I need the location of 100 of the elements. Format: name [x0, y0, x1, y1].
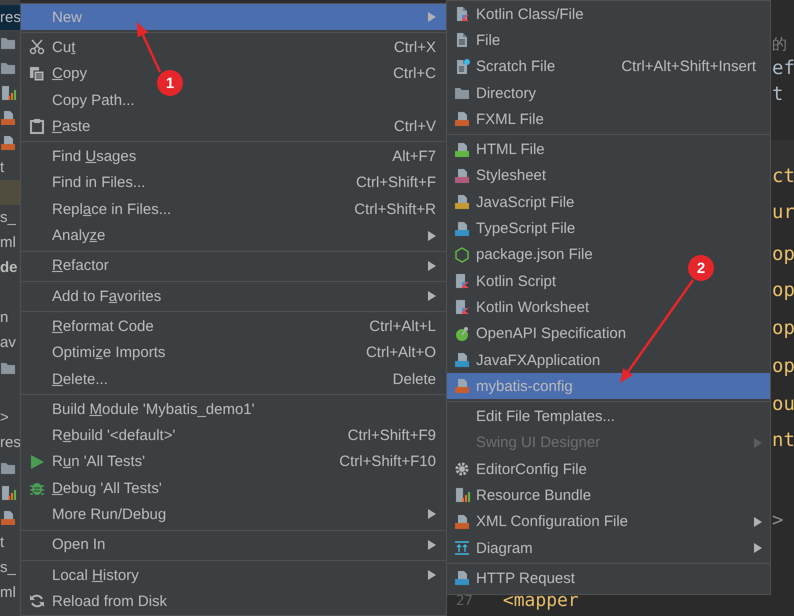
menu-item[interactable]: Run 'All Tests': [52, 453, 146, 470]
tree-item-label[interactable]: t: [0, 534, 4, 552]
html-file-icon: [454, 142, 470, 158]
menu-item[interactable]: XML Configuration File: [476, 513, 628, 530]
line-number: 27: [456, 592, 473, 608]
tree-item-label[interactable]: s_: [0, 208, 16, 226]
menu-item[interactable]: OpenAPI Specification: [476, 325, 626, 342]
menu-item[interactable]: More Run/Debug: [52, 506, 166, 523]
menu-item[interactable]: Find Usages: [52, 148, 136, 166]
code-text: >: [772, 508, 784, 532]
play-icon: [28, 454, 44, 470]
menu-item[interactable]: Optimize Imports: [52, 344, 166, 362]
tree-item-label[interactable]: s_: [0, 558, 16, 576]
kotlin-script-icon: [454, 299, 470, 316]
tree-item-label[interactable]: n: [0, 308, 8, 326]
code-text: op: [772, 354, 794, 378]
shortcut-text: Ctrl+Shift+R: [354, 200, 436, 218]
code-text: op: [772, 278, 794, 302]
js-file-icon: [454, 194, 470, 210]
step-number-badge: 2: [688, 255, 714, 281]
shortcut-text: Ctrl+Alt+O: [366, 344, 436, 362]
menu-item[interactable]: Copy Path...: [52, 92, 135, 109]
menu-item[interactable]: Debug 'All Tests': [52, 480, 162, 497]
folder-icon: [454, 85, 470, 102]
menu-item[interactable]: Edit File Templates...: [476, 408, 615, 426]
tree-item-label[interactable]: de: [0, 258, 18, 276]
code-text: ou: [772, 392, 794, 416]
menu-item[interactable]: Local History: [52, 566, 139, 584]
api-file-icon: [454, 570, 470, 586]
clipboard-icon: [28, 118, 44, 134]
menu-item[interactable]: Resource Bundle: [476, 486, 592, 504]
scissors-icon: [28, 39, 44, 56]
shortcut-text: Ctrl+Shift+F10: [339, 453, 436, 470]
tree-item-label[interactable]: >: [0, 408, 9, 426]
diagram-icon: [454, 540, 470, 556]
shortcut-text: Ctrl+Alt+L: [369, 318, 436, 335]
shortcut-text: Ctrl+V: [394, 118, 436, 135]
xml-file-icon: [454, 111, 470, 128]
code-text: op: [772, 316, 794, 340]
menu-item[interactable]: package.json File: [476, 246, 593, 264]
menu-item[interactable]: HTTP Request: [476, 570, 575, 587]
tree-item-label[interactable]: res: [0, 434, 20, 452]
openapi-icon: [454, 326, 470, 342]
menu-item[interactable]: Directory: [476, 84, 536, 102]
menu-item[interactable]: Kotlin Class/File: [476, 6, 584, 23]
code-text: ct: [772, 164, 794, 188]
css-file-icon: [454, 168, 470, 184]
menu-item[interactable]: Stylesheet: [476, 167, 546, 184]
nodejs-icon: [454, 246, 470, 263]
menu-item[interactable]: Diagram: [476, 540, 533, 557]
menu-item[interactable]: Kotlin Script: [476, 272, 556, 290]
menu-item[interactable]: Replace in Files...: [52, 200, 172, 218]
shortcut-text: Ctrl+C: [393, 65, 436, 82]
code-text: ur: [772, 200, 794, 224]
copy-icon: [28, 66, 44, 82]
menu-item[interactable]: Delete...: [52, 370, 108, 388]
tree-item-label[interactable]: t: [0, 158, 4, 176]
menu-item[interactable]: Scratch File: [476, 58, 556, 76]
menu-item[interactable]: Analyze: [52, 227, 106, 244]
tree-item-label[interactable]: av: [0, 334, 16, 352]
shortcut-text: Ctrl+Shift+F: [356, 174, 436, 192]
menu-item[interactable]: Kotlin Worksheet: [476, 298, 590, 316]
tree-item-label[interactable]: ml: [0, 234, 16, 252]
ts-file-icon: [454, 220, 470, 237]
menu-item[interactable]: Cut: [52, 38, 76, 56]
annotation-arrow: [137, 22, 162, 73]
menu-item[interactable]: Refactor: [52, 257, 109, 274]
menu-item[interactable]: Find in Files...: [52, 174, 146, 192]
resource-bundle-icon: [454, 487, 470, 504]
shortcut-text: Alt+F7: [392, 148, 436, 166]
menu-item[interactable]: TypeScript File: [476, 220, 576, 238]
shortcut-text: Ctrl+X: [394, 38, 436, 56]
menu-item[interactable]: HTML File: [476, 141, 545, 158]
code-text: nt: [772, 428, 794, 452]
menu-item[interactable]: JavaFXApplication: [476, 352, 600, 368]
menu-item[interactable]: Build Module 'Mybatis_demo1': [52, 400, 255, 418]
menu-item[interactable]: Open In: [52, 536, 106, 554]
kotlin-script-icon: [454, 273, 470, 290]
menu-item[interactable]: Reload from Disk: [52, 592, 168, 610]
menu-item[interactable]: Rebuild '<default>': [52, 427, 176, 444]
menu-item[interactable]: Paste: [52, 118, 90, 135]
javafx-file-icon: [454, 352, 470, 368]
bug-icon: [28, 480, 44, 496]
code-text: 的: [772, 34, 788, 55]
menu-item[interactable]: Copy: [52, 65, 88, 82]
menu-item[interactable]: EditorConfig File: [476, 460, 587, 478]
tree-item-label[interactable]: ml: [0, 584, 16, 602]
gear-icon: [454, 461, 470, 478]
menu-item[interactable]: File: [476, 32, 500, 49]
xml-file-icon: [0, 510, 16, 526]
menu-item[interactable]: Add to Favorites: [52, 288, 162, 305]
xml-file-icon: [454, 378, 470, 394]
code-text: op: [772, 242, 794, 266]
menu-item[interactable]: JavaScript File: [476, 194, 574, 211]
code-text: t: [772, 82, 784, 106]
xml-file-icon: [0, 134, 16, 150]
step-number-badge: 1: [157, 70, 183, 96]
xml-file-icon: [454, 514, 470, 530]
menu-item[interactable]: Reformat Code: [52, 318, 154, 335]
menu-item[interactable]: FXML File: [476, 110, 544, 128]
